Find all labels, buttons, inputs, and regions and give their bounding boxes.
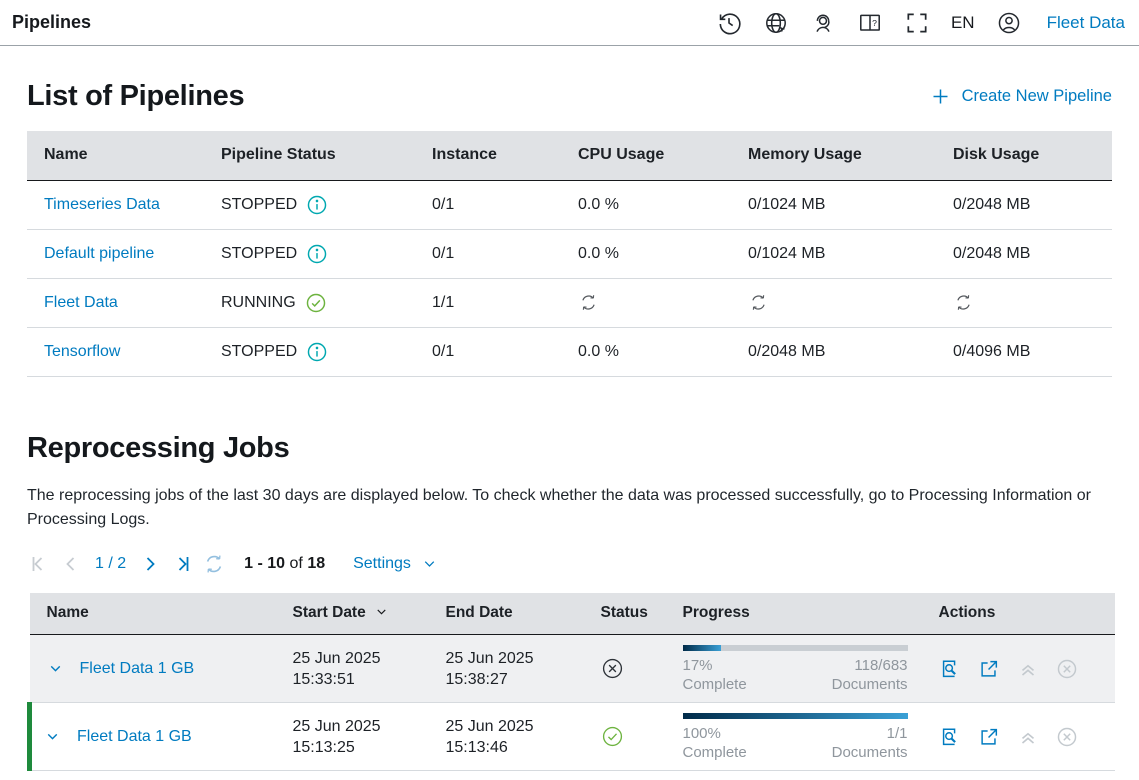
last-page-icon[interactable] bbox=[170, 552, 194, 576]
job-link[interactable]: Fleet Data 1 GB bbox=[77, 728, 192, 746]
check-circle-icon bbox=[305, 292, 327, 314]
language-selector[interactable]: EN bbox=[951, 13, 975, 33]
info-icon[interactable] bbox=[306, 341, 328, 363]
top-bar: Pipelines ? EN Fleet Data bbox=[0, 0, 1139, 46]
loading-spinner-icon bbox=[578, 292, 731, 313]
progress-indicator: 17%Complete 118/683Documents bbox=[683, 645, 922, 694]
refresh-icon[interactable] bbox=[202, 552, 226, 576]
pipeline-link[interactable]: Default pipeline bbox=[44, 245, 154, 262]
col-actions: Actions bbox=[922, 593, 1115, 635]
table-row: Timeseries Data STOPPED 0/1 0.0 % 0/1024… bbox=[27, 180, 1112, 229]
cancel-job-icon[interactable] bbox=[1056, 658, 1078, 680]
language-globe-icon[interactable] bbox=[763, 10, 789, 36]
col-disk: Disk Usage bbox=[936, 131, 1112, 180]
table-row: Tensorflow STOPPED 0/1 0.0 % 0/2048 MB 0… bbox=[27, 327, 1112, 376]
expand-row-icon[interactable] bbox=[44, 728, 61, 745]
pipelines-table: Name Pipeline Status Instance CPU Usage … bbox=[27, 131, 1112, 377]
fullscreen-icon[interactable] bbox=[904, 10, 930, 36]
col-memory: Memory Usage bbox=[731, 131, 936, 180]
next-page-icon[interactable] bbox=[138, 552, 162, 576]
cancel-job-icon[interactable] bbox=[1056, 726, 1078, 748]
pipeline-link[interactable]: Fleet Data bbox=[44, 294, 118, 311]
col-status: Status bbox=[584, 593, 666, 635]
progress-indicator: 100%Complete 1/1Documents bbox=[683, 713, 922, 762]
col-start-date[interactable]: Start Date bbox=[276, 593, 429, 635]
col-progress: Progress bbox=[666, 593, 922, 635]
help-book-icon[interactable]: ? bbox=[857, 10, 883, 36]
create-new-pipeline-button[interactable]: Create New Pipeline bbox=[930, 86, 1112, 107]
top-bar-actions: ? EN Fleet Data bbox=[716, 10, 1125, 36]
col-status: Pipeline Status bbox=[204, 131, 415, 180]
reprocessing-heading: Reprocessing Jobs bbox=[27, 432, 1112, 465]
open-external-icon[interactable] bbox=[978, 658, 1000, 680]
pipeline-link[interactable]: Timeseries Data bbox=[44, 196, 160, 213]
expand-row-icon[interactable] bbox=[47, 660, 64, 677]
open-external-icon[interactable] bbox=[978, 726, 1000, 748]
col-name: Name bbox=[30, 593, 276, 635]
col-cpu: CPU Usage bbox=[561, 131, 731, 180]
page-title: Pipelines bbox=[12, 12, 91, 33]
settings-button[interactable]: Settings bbox=[353, 555, 438, 573]
plus-icon bbox=[930, 86, 951, 107]
history-icon[interactable] bbox=[716, 10, 742, 36]
loading-spinner-icon bbox=[748, 292, 936, 313]
pipeline-link[interactable]: Tensorflow bbox=[44, 343, 120, 360]
table-row: Default pipeline STOPPED 0/1 0.0 % 0/102… bbox=[27, 229, 1112, 278]
col-instance: Instance bbox=[415, 131, 561, 180]
col-name: Name bbox=[27, 131, 204, 180]
project-link[interactable]: Fleet Data bbox=[1047, 13, 1125, 33]
page-indicator: 1 / 2 bbox=[95, 555, 126, 573]
reprocessing-description: The reprocessing jobs of the last 30 day… bbox=[27, 484, 1112, 532]
progress-bar bbox=[683, 645, 721, 651]
view-details-icon[interactable] bbox=[939, 658, 961, 680]
first-page-icon[interactable] bbox=[27, 552, 51, 576]
sort-descending-icon[interactable] bbox=[374, 604, 389, 619]
progress-bar bbox=[683, 713, 908, 719]
result-count: 1 - 10 of 18 bbox=[244, 555, 325, 573]
job-link[interactable]: Fleet Data 1 GB bbox=[80, 660, 195, 678]
pipelines-heading: List of Pipelines bbox=[27, 80, 244, 113]
reprocessing-jobs-table: Name Start Date End Date Status Progress… bbox=[27, 593, 1115, 772]
loading-spinner-icon bbox=[953, 292, 1112, 313]
pipelines-table-header: Name Pipeline Status Instance CPU Usage … bbox=[27, 131, 1112, 180]
view-details-icon[interactable] bbox=[939, 726, 961, 748]
move-to-top-icon[interactable] bbox=[1017, 726, 1039, 748]
jobs-table-header: Name Start Date End Date Status Progress… bbox=[30, 593, 1115, 635]
chevron-down-icon bbox=[421, 555, 438, 572]
account-icon[interactable] bbox=[996, 10, 1022, 36]
table-row: Fleet Data 1 GB 25 Jun 202515:33:51 25 J… bbox=[30, 635, 1115, 703]
svg-text:?: ? bbox=[872, 17, 877, 27]
support-icon[interactable] bbox=[810, 10, 836, 36]
info-icon[interactable] bbox=[306, 194, 328, 216]
table-row: Fleet Data RUNNING 1/1 bbox=[27, 278, 1112, 327]
table-row: Fleet Data 1 GB 25 Jun 202515:13:25 25 J… bbox=[30, 703, 1115, 771]
pagination: 1 / 2 1 - 10 of 18 Settings bbox=[27, 552, 1112, 576]
success-status-icon bbox=[601, 725, 666, 748]
info-icon[interactable] bbox=[306, 243, 328, 265]
move-to-top-icon[interactable] bbox=[1017, 658, 1039, 680]
previous-page-icon[interactable] bbox=[59, 552, 83, 576]
cancelled-status-icon bbox=[601, 657, 666, 680]
col-end-date: End Date bbox=[429, 593, 584, 635]
